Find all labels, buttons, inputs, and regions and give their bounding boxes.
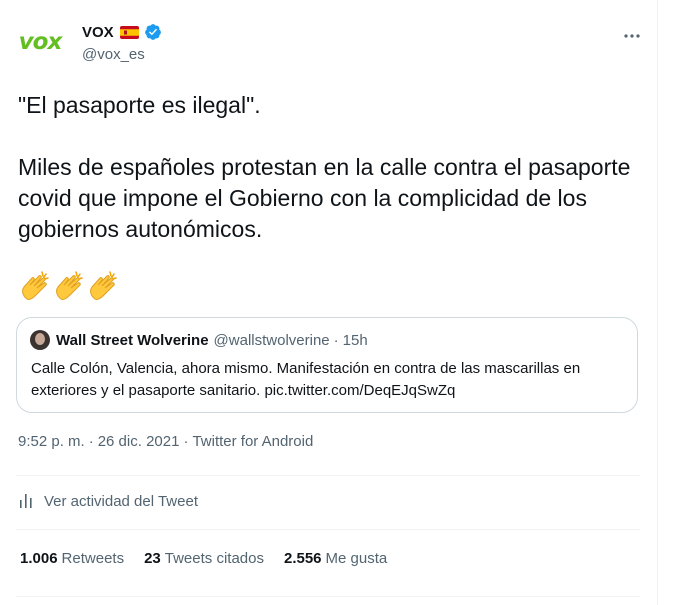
view-activity-label: Ver actividad del Tweet bbox=[44, 492, 198, 510]
quoted-avatar bbox=[30, 330, 50, 350]
tweet-source[interactable]: Twitter for Android bbox=[192, 433, 313, 450]
author-names: VOX @vox_es bbox=[82, 22, 162, 63]
tweet-time[interactable]: 9:52 p. m. bbox=[18, 433, 85, 450]
meta-separator: · bbox=[88, 433, 94, 450]
tweet-stats: 1.006 Retweets 23 Tweets citados 2.556 Me g… bbox=[20, 550, 407, 567]
quote-tweets-count: 23 bbox=[144, 550, 161, 567]
clapping-hands-icon bbox=[86, 269, 120, 303]
clapping-hands-icon bbox=[52, 269, 86, 303]
quote-tweets-label: Tweets citados bbox=[164, 550, 264, 567]
clapping-hands-icon bbox=[18, 269, 52, 303]
author-name[interactable]: VOX bbox=[82, 24, 114, 41]
avatar[interactable]: vox bbox=[16, 18, 64, 66]
spain-flag-icon bbox=[119, 25, 139, 39]
tweet-text: "El pasaporte es ilegal". Miles de españ… bbox=[18, 90, 638, 245]
retweets-stat[interactable]: 1.006 Retweets bbox=[20, 550, 124, 567]
quoted-time: 15h bbox=[342, 331, 368, 349]
author-handle[interactable]: @vox_es bbox=[82, 46, 162, 63]
retweets-count: 1.006 bbox=[20, 550, 58, 567]
quote-tweets-stat[interactable]: 23 Tweets citados bbox=[144, 550, 264, 567]
quoted-tweet[interactable]: Wall Street Wolverine @wallstwolverine ·… bbox=[16, 317, 638, 413]
vox-logo: vox bbox=[18, 29, 63, 55]
tweet-meta: 9:52 p. m. · 26 dic. 2021 · Twitter for … bbox=[18, 433, 313, 450]
divider bbox=[16, 529, 640, 530]
view-activity-link[interactable]: Ver actividad del Tweet bbox=[16, 476, 640, 526]
tweet-paragraph-2: Miles de españoles protestan en la calle… bbox=[18, 154, 631, 242]
retweets-label: Retweets bbox=[61, 550, 125, 567]
tweet-date[interactable]: 26 dic. 2021 bbox=[98, 433, 180, 450]
tweet-paragraph-1: "El pasaporte es ilegal". bbox=[18, 92, 261, 118]
tweet-header: vox VOX @vox_es bbox=[16, 14, 646, 66]
likes-count: 2.556 bbox=[283, 550, 322, 567]
analytics-icon bbox=[18, 492, 36, 510]
quoted-tweet-text: Calle Colón, Valencia, ahora mismo. Mani… bbox=[31, 360, 581, 399]
quoted-author-name: Wall Street Wolverine bbox=[56, 331, 209, 349]
divider bbox=[16, 596, 640, 597]
meta-separator: · bbox=[183, 433, 189, 450]
quoted-tweet-header: Wall Street Wolverine @wallstwolverine ·… bbox=[30, 330, 368, 350]
quoted-separator: · bbox=[333, 331, 339, 349]
column-divider bbox=[657, 0, 658, 605]
quoted-author-handle: @wallstwolverine bbox=[213, 331, 330, 349]
more-options-icon[interactable] bbox=[618, 22, 646, 50]
likes-stat[interactable]: 2.556 Me gusta bbox=[284, 550, 387, 567]
likes-label: Me gusta bbox=[325, 550, 388, 567]
emoji-row bbox=[18, 269, 120, 303]
verified-badge-icon bbox=[144, 23, 162, 41]
name-row: VOX bbox=[82, 22, 162, 42]
